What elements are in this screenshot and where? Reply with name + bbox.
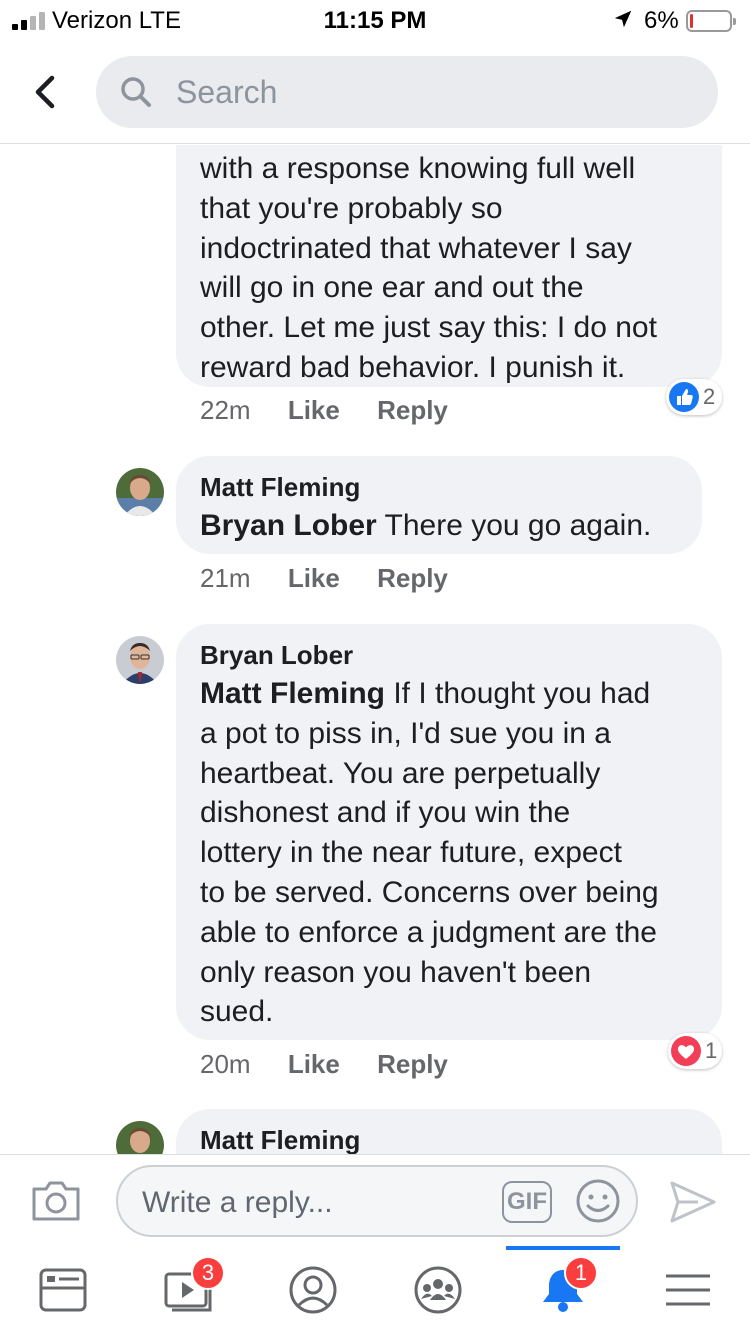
reply-button[interactable]: Reply (377, 395, 448, 425)
notification-badge: 3 (191, 1256, 225, 1290)
back-chevron-icon[interactable] (30, 72, 60, 112)
battery-level-fill (690, 14, 693, 28)
search-header (0, 40, 750, 144)
tab-menu[interactable] (625, 1246, 750, 1334)
like-button[interactable]: Like (288, 563, 340, 593)
comment-author[interactable]: Bryan Lober (200, 640, 353, 671)
comment-bubble[interactable]: Bryan Lober Matt Fleming If I thought yo… (176, 624, 722, 1040)
sticker-smile-icon[interactable] (574, 1177, 622, 1225)
battery-percent: 6% (644, 7, 679, 34)
menu-icon (666, 1274, 710, 1306)
status-bar: Verizon LTE 11:15 PM 6% (0, 0, 750, 40)
tab-groups[interactable] (375, 1246, 500, 1334)
comment-thread: with a response knowing full well that y… (0, 145, 750, 1154)
search-bar[interactable] (96, 56, 718, 128)
comment-bubble[interactable]: Matt Fleming Bryan Lober There you go ag… (176, 456, 702, 554)
reaction-count: 1 (705, 1038, 718, 1063)
battery-icon (686, 10, 736, 32)
like-reaction-icon (669, 382, 699, 412)
mention-link[interactable]: Matt Fleming (200, 677, 385, 710)
news-feed-icon (39, 1268, 87, 1312)
search-icon (121, 77, 151, 107)
groups-icon (414, 1266, 462, 1314)
comment-author[interactable]: Matt Fleming (200, 1125, 360, 1154)
reply-composer: GIF (0, 1154, 750, 1246)
avatar[interactable] (116, 1121, 164, 1154)
avatar[interactable] (116, 636, 164, 684)
search-input[interactable] (176, 72, 676, 112)
comment-text: Matt Fleming If I thought you had a pot … (200, 674, 702, 1032)
comment-text: Bryan Lober There you go again. (200, 506, 682, 546)
reply-button[interactable]: Reply (377, 563, 448, 593)
comment-timestamp: 20m (200, 1049, 251, 1079)
like-button[interactable]: Like (288, 395, 340, 425)
send-icon[interactable] (668, 1179, 718, 1225)
mention-link[interactable]: Bryan Lober (200, 509, 377, 542)
comment-text-content: There you go again. (376, 509, 652, 542)
comment-text-content: If I thought you had a pot to piss in, I… (200, 677, 659, 1029)
comment-bubble[interactable]: with a response knowing full well that y… (176, 145, 722, 387)
tab-news-feed[interactable] (0, 1246, 125, 1334)
reply-field[interactable]: GIF (116, 1165, 638, 1237)
comment-bubble[interactable]: Matt Fleming (176, 1109, 722, 1154)
tab-profile[interactable] (250, 1246, 375, 1334)
tab-watch[interactable]: 3 (125, 1246, 250, 1334)
comment-timestamp: 22m (200, 395, 251, 425)
like-button[interactable]: Like (288, 1049, 340, 1079)
camera-icon[interactable] (30, 1177, 82, 1223)
reaction-count: 2 (703, 384, 716, 409)
reaction-summary[interactable]: 2 (666, 379, 722, 415)
reply-input[interactable] (142, 1183, 482, 1223)
location-arrow-icon (614, 10, 632, 28)
comment-actions: 21m Like Reply (200, 563, 478, 594)
comment-timestamp: 21m (200, 563, 251, 593)
notification-badge: 1 (564, 1256, 598, 1290)
gif-button[interactable]: GIF (502, 1181, 552, 1223)
profile-icon (289, 1266, 337, 1314)
tab-notifications[interactable]: 1 (500, 1246, 625, 1334)
comment-actions: 20m Like Reply (200, 1049, 478, 1080)
avatar[interactable] (116, 468, 164, 516)
comment-actions: 22m Like Reply (200, 395, 478, 426)
bottom-tab-bar: 3 1 (0, 1246, 750, 1334)
status-time: 11:15 PM (323, 7, 427, 34)
comment-text: with a response knowing full well that y… (200, 152, 657, 384)
comment-author[interactable]: Matt Fleming (200, 472, 360, 503)
reply-button[interactable]: Reply (377, 1049, 448, 1079)
love-reaction-icon (671, 1036, 701, 1066)
reaction-summary[interactable]: 1 (668, 1033, 722, 1069)
